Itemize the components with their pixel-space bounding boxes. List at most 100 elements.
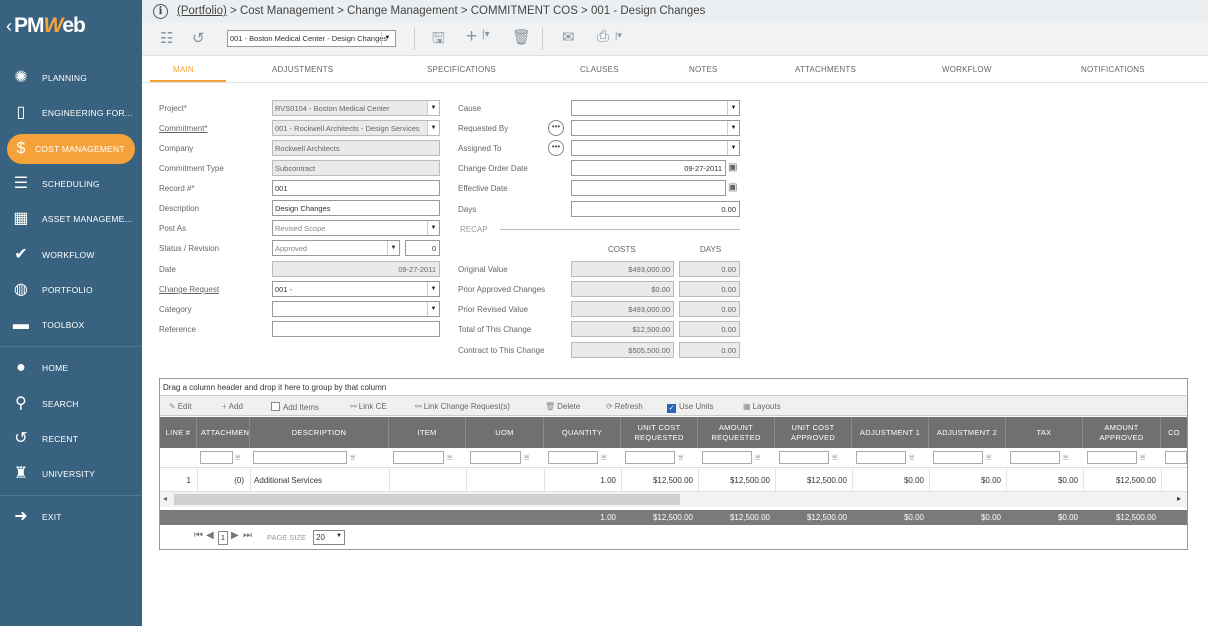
requested-by-lookup-icon[interactable]: ••• — [548, 120, 564, 136]
calendar-icon[interactable]: ▣ — [728, 182, 737, 193]
filter-icon[interactable]: ⩸ — [350, 452, 355, 463]
history-icon[interactable]: ↺ — [192, 29, 205, 47]
filter-icon[interactable]: ⩸ — [678, 452, 683, 463]
next-page-icon[interactable]: ▶ — [231, 530, 239, 541]
filter-input[interactable] — [702, 451, 752, 464]
column-header-co[interactable]: CO — [1161, 417, 1187, 448]
link-ce-button[interactable]: ⚯ Link CE — [350, 402, 387, 411]
filter-input[interactable] — [856, 451, 906, 464]
cell-attachments-link[interactable]: (0) — [197, 476, 244, 485]
tab-adjustments[interactable]: ADJUSTMENTS — [272, 65, 333, 74]
delete-button[interactable]: 🗑 Delete — [545, 402, 580, 411]
print-dropdown-icon[interactable]: |▾ — [615, 30, 622, 41]
collapse-chevron-icon[interactable]: ‹ — [6, 16, 12, 37]
nav-portfolio[interactable]: ◍ PORTFOLIO — [0, 275, 142, 305]
nav-asset-management[interactable]: ▦ ASSET MANAGEME... — [0, 204, 142, 234]
calendar-icon[interactable]: ▣ — [728, 162, 737, 173]
filter-input[interactable] — [548, 451, 598, 464]
status-select[interactable]: Approved ▼ — [272, 240, 400, 256]
column-header-uom[interactable]: UOM — [466, 417, 544, 448]
commitment-select[interactable]: 001 - Rockwell Architects - Design Servi… — [272, 120, 440, 136]
list-view-icon[interactable]: ☷ — [160, 29, 173, 47]
link-change-request-button[interactable]: ⚯ Link Change Request(s) — [415, 402, 510, 411]
description-input[interactable]: Design Changes — [272, 200, 440, 216]
nav-toolbox[interactable]: ▬ TOOLBOX — [0, 310, 142, 340]
revision-input[interactable]: 0 — [405, 240, 440, 256]
nav-exit[interactable]: ➜ EXIT — [0, 502, 142, 532]
add-dropdown-icon[interactable]: |▾ — [482, 29, 490, 40]
column-header-attachments[interactable]: ATTACHMENTS — [197, 417, 250, 448]
filter-icon[interactable]: ⩸ — [1063, 452, 1068, 463]
group-by-drop-zone[interactable]: Drag a column header and drop it here to… — [160, 379, 1187, 396]
nav-workflow[interactable]: ✔ WORKFLOW — [0, 240, 142, 270]
current-page-button[interactable]: 1 — [218, 531, 228, 545]
nav-engineering-forms[interactable]: ▯ ENGINEERING FOR... — [0, 98, 142, 128]
filter-icon[interactable]: ⩸ — [909, 452, 914, 463]
column-header-description[interactable]: DESCRIPTION — [250, 417, 389, 448]
table-row[interactable]: 1 (0) Additional Services 1.00 $12,500.0… — [160, 468, 1187, 492]
record-selector[interactable]: 001 - Boston Medical Center - Design Cha… — [227, 30, 396, 47]
layouts-button[interactable]: ▦ Layouts — [743, 402, 781, 411]
record-number-input[interactable]: 001 — [272, 180, 440, 196]
assigned-to-lookup-icon[interactable]: ••• — [548, 140, 564, 156]
category-select[interactable]: ▼ — [272, 301, 440, 317]
reference-input[interactable] — [272, 321, 440, 337]
filter-icon[interactable]: ⩸ — [986, 452, 991, 463]
effective-date-input[interactable] — [571, 180, 726, 196]
use-units-checkbox[interactable]: ✓ Use Units — [667, 402, 714, 413]
project-select[interactable]: RVS0104 - Boston Medical Center ▼ — [272, 100, 440, 116]
tab-clauses[interactable]: CLAUSES — [580, 65, 619, 74]
add-items-button[interactable]: Add Items — [271, 402, 319, 412]
filter-icon[interactable]: ⩸ — [1140, 452, 1145, 463]
nav-search[interactable]: ⚲ SEARCH — [0, 389, 142, 419]
print-icon[interactable]: ⎙ — [597, 28, 609, 45]
tab-specifications[interactable]: SPECIFICATIONS — [427, 65, 496, 74]
pmweb-logo[interactable]: ‹ PM Web — [0, 0, 142, 52]
delete-icon[interactable]: 🗑 — [512, 28, 531, 46]
tab-attachments[interactable]: ATTACHMENTS — [795, 65, 856, 74]
column-header-amount-requested[interactable]: AMOUNT REQUESTED — [698, 417, 775, 448]
change-order-date-input[interactable]: 09-27-2011 — [571, 160, 726, 176]
commitment-label-link[interactable]: Commitment* — [159, 124, 207, 133]
nav-planning[interactable]: ✺ PLANNING — [0, 63, 142, 93]
filter-input[interactable] — [1010, 451, 1060, 464]
email-icon[interactable]: ✉ — [562, 28, 575, 46]
refresh-button[interactable]: ⟳ Refresh — [606, 402, 643, 411]
column-header-unit-cost-requested[interactable]: UNIT COST REQUESTED — [621, 417, 698, 448]
tab-notes[interactable]: NOTES — [689, 65, 718, 74]
column-header-adjustment-2[interactable]: ADJUSTMENT 2 — [929, 417, 1006, 448]
filter-icon[interactable]: ⩸ — [524, 452, 529, 463]
breadcrumb-portfolio-link[interactable]: (Portfolio) — [177, 5, 227, 17]
prev-page-icon[interactable]: ◀ — [206, 530, 214, 541]
nav-cost-management[interactable]: $ COST MANAGEMENT — [7, 134, 135, 164]
column-header-item[interactable]: ITEM — [389, 417, 466, 448]
change-request-link[interactable]: Change Request — [159, 285, 219, 294]
column-header-amount-approved[interactable]: AMOUNT APPROVED — [1083, 417, 1161, 448]
tab-workflow[interactable]: WORKFLOW — [942, 65, 992, 74]
scroll-right-arrow-icon[interactable]: ▸ — [1177, 494, 1181, 503]
column-header-line[interactable]: LINE # — [160, 417, 197, 448]
scrollbar-thumb[interactable] — [174, 494, 680, 505]
scroll-left-arrow-icon[interactable]: ◂ — [163, 494, 167, 503]
filter-icon[interactable]: ⩸ — [755, 452, 760, 463]
last-page-icon[interactable]: ⏭ — [243, 530, 252, 541]
filter-input[interactable] — [470, 451, 521, 464]
edit-button[interactable]: ✎ Edit — [169, 402, 192, 411]
filter-input[interactable] — [253, 451, 347, 464]
filter-input[interactable] — [1087, 451, 1137, 464]
filter-input[interactable] — [779, 451, 829, 464]
filter-input[interactable] — [625, 451, 675, 464]
horizontal-scrollbar[interactable]: ◂ ▸ — [160, 492, 1187, 507]
cause-select[interactable]: ▼ — [571, 100, 740, 116]
nav-scheduling[interactable]: ☰ SCHEDULING — [0, 169, 142, 199]
nav-university[interactable]: ♜ UNIVERSITY — [0, 459, 142, 489]
column-header-unit-cost-approved[interactable]: UNIT COST APPROVED — [775, 417, 852, 448]
filter-input[interactable] — [933, 451, 983, 464]
info-icon[interactable]: i — [153, 3, 168, 19]
filter-icon[interactable]: ⩸ — [447, 452, 452, 463]
change-request-select[interactable]: 001 - ▼ — [272, 281, 440, 297]
column-header-tax[interactable]: TAX — [1006, 417, 1083, 448]
first-page-icon[interactable]: ⏮ — [194, 530, 203, 541]
assigned-to-select[interactable]: ▼ — [571, 140, 740, 156]
page-size-select[interactable]: 20 ▼ — [313, 530, 345, 545]
